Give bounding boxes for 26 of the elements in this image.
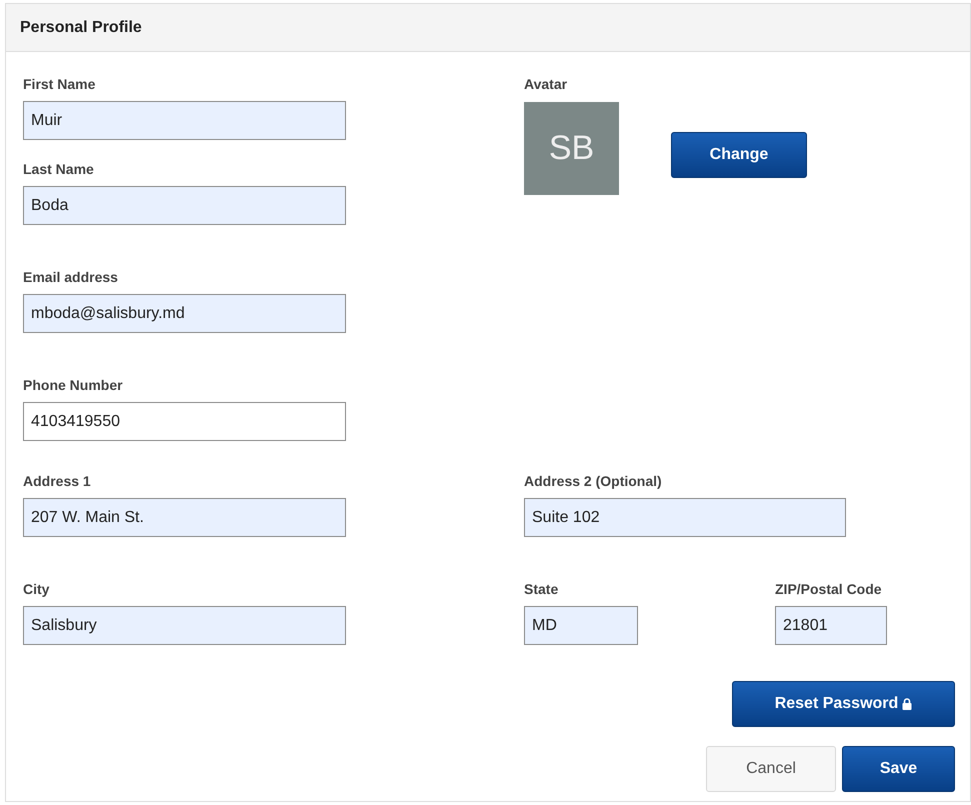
change-button[interactable]: Change xyxy=(671,132,807,178)
reset-password-button[interactable]: Reset Password xyxy=(732,681,955,727)
input-field[interactable]: MD xyxy=(524,606,638,645)
field-label: ZIP/Postal Code xyxy=(775,580,883,599)
field-label: Address 2 (Optional) xyxy=(524,472,663,491)
field-label: Phone Number xyxy=(23,376,124,395)
input-field[interactable]: mboda@salisbury.md xyxy=(23,294,346,333)
input-field[interactable]: Boda xyxy=(23,186,346,225)
save-button[interactable]: Save xyxy=(842,746,955,792)
input-field[interactable]: Salisbury xyxy=(23,606,346,645)
input-field[interactable]: 207 W. Main St. xyxy=(23,498,346,537)
lock-icon xyxy=(902,698,912,710)
field-label: Address 1 xyxy=(23,472,92,491)
avatar: SB xyxy=(524,102,619,195)
field-label: Last Name xyxy=(23,160,95,179)
field-label: Avatar xyxy=(524,75,568,94)
input-field[interactable]: Suite 102 xyxy=(524,498,846,537)
input-field[interactable]: 4103419550 xyxy=(23,402,346,441)
field-label: First Name xyxy=(23,75,96,94)
field-label: City xyxy=(23,580,50,599)
panel-title: Personal Profile xyxy=(20,18,142,38)
input-field[interactable]: Muir xyxy=(23,101,346,140)
cancel-button[interactable]: Cancel xyxy=(706,746,836,792)
input-field[interactable]: 21801 xyxy=(775,606,887,645)
field-label: Email address xyxy=(23,268,119,287)
field-label: State xyxy=(524,580,560,599)
